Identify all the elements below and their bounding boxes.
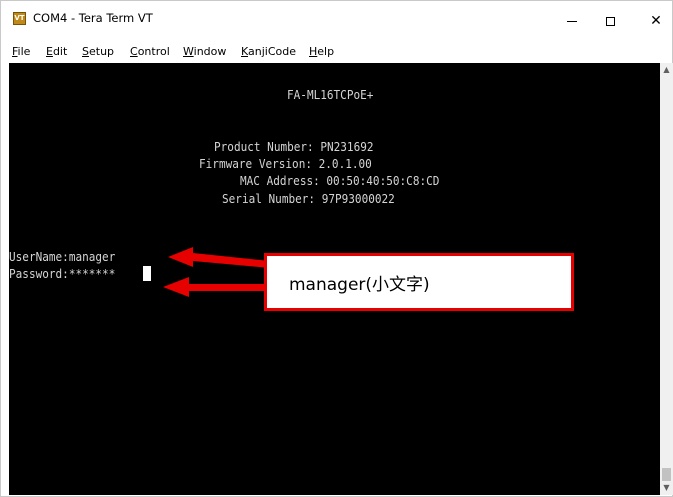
terminal-cursor: [143, 266, 151, 281]
menu-file[interactable]: File: [12, 45, 30, 58]
menu-kanjicode-accelerator: K: [241, 45, 249, 58]
minimize-icon: [567, 20, 577, 22]
menu-setup-accelerator: S: [82, 45, 89, 58]
menu-edit-accelerator: E: [46, 45, 53, 58]
menu-bar: File Edit Setup Control Window KanjiCode…: [1, 41, 672, 61]
password-line: Password:*******: [9, 267, 116, 281]
menu-help-label: elp: [317, 45, 335, 58]
scroll-down-arrow-icon[interactable]: ▼: [660, 481, 673, 495]
username-line: UserName:manager: [9, 250, 116, 264]
menu-help[interactable]: Help: [309, 45, 334, 58]
title-bar[interactable]: VT COM4 - Tera Term VT ✕: [1, 1, 672, 41]
menu-edit[interactable]: Edit: [46, 45, 67, 58]
mac-address-line: MAC Address: 00:50:40:50:C8:CD: [240, 174, 440, 188]
tera-term-window: VT COM4 - Tera Term VT ✕ File Edit Setup…: [0, 0, 673, 497]
menu-file-label: ile: [17, 45, 31, 58]
menu-window[interactable]: Window: [183, 45, 226, 58]
maximize-icon: [605, 16, 615, 26]
menu-setup[interactable]: Setup: [82, 45, 114, 58]
callout-text: manager(小文字): [289, 274, 430, 295]
maximize-button[interactable]: [587, 7, 633, 35]
menu-control[interactable]: Control: [130, 45, 170, 58]
device-model-line: FA-ML16TCPoE+: [287, 88, 374, 102]
menu-edit-label: dit: [52, 45, 68, 58]
annotation-callout: manager(小文字): [264, 253, 574, 311]
tera-term-app-icon[interactable]: VT: [13, 12, 26, 25]
product-number-line: Product Number: PN231692: [214, 140, 374, 154]
menu-kanjicode-label: anjiCode: [248, 45, 297, 58]
window-title: COM4 - Tera Term VT: [33, 11, 153, 25]
menu-kanjicode[interactable]: KanjiCode: [241, 45, 296, 58]
serial-number-line: Serial Number: 97P93000022: [222, 192, 395, 206]
scroll-thumb[interactable]: [662, 468, 671, 481]
menu-setup-label: etup: [88, 45, 115, 58]
menu-window-label: indow: [193, 45, 227, 58]
menu-window-accelerator: W: [183, 45, 194, 58]
firmware-version-line: Firmware Version: 2.0.1.00: [199, 157, 372, 171]
close-icon: ✕: [650, 13, 662, 29]
menu-control-accelerator: C: [130, 45, 138, 58]
close-button[interactable]: ✕: [633, 7, 673, 35]
vertical-scrollbar[interactable]: ▲ ▼: [660, 63, 673, 495]
menu-control-label: ontrol: [137, 45, 170, 58]
scroll-up-arrow-icon[interactable]: ▲: [660, 63, 673, 77]
